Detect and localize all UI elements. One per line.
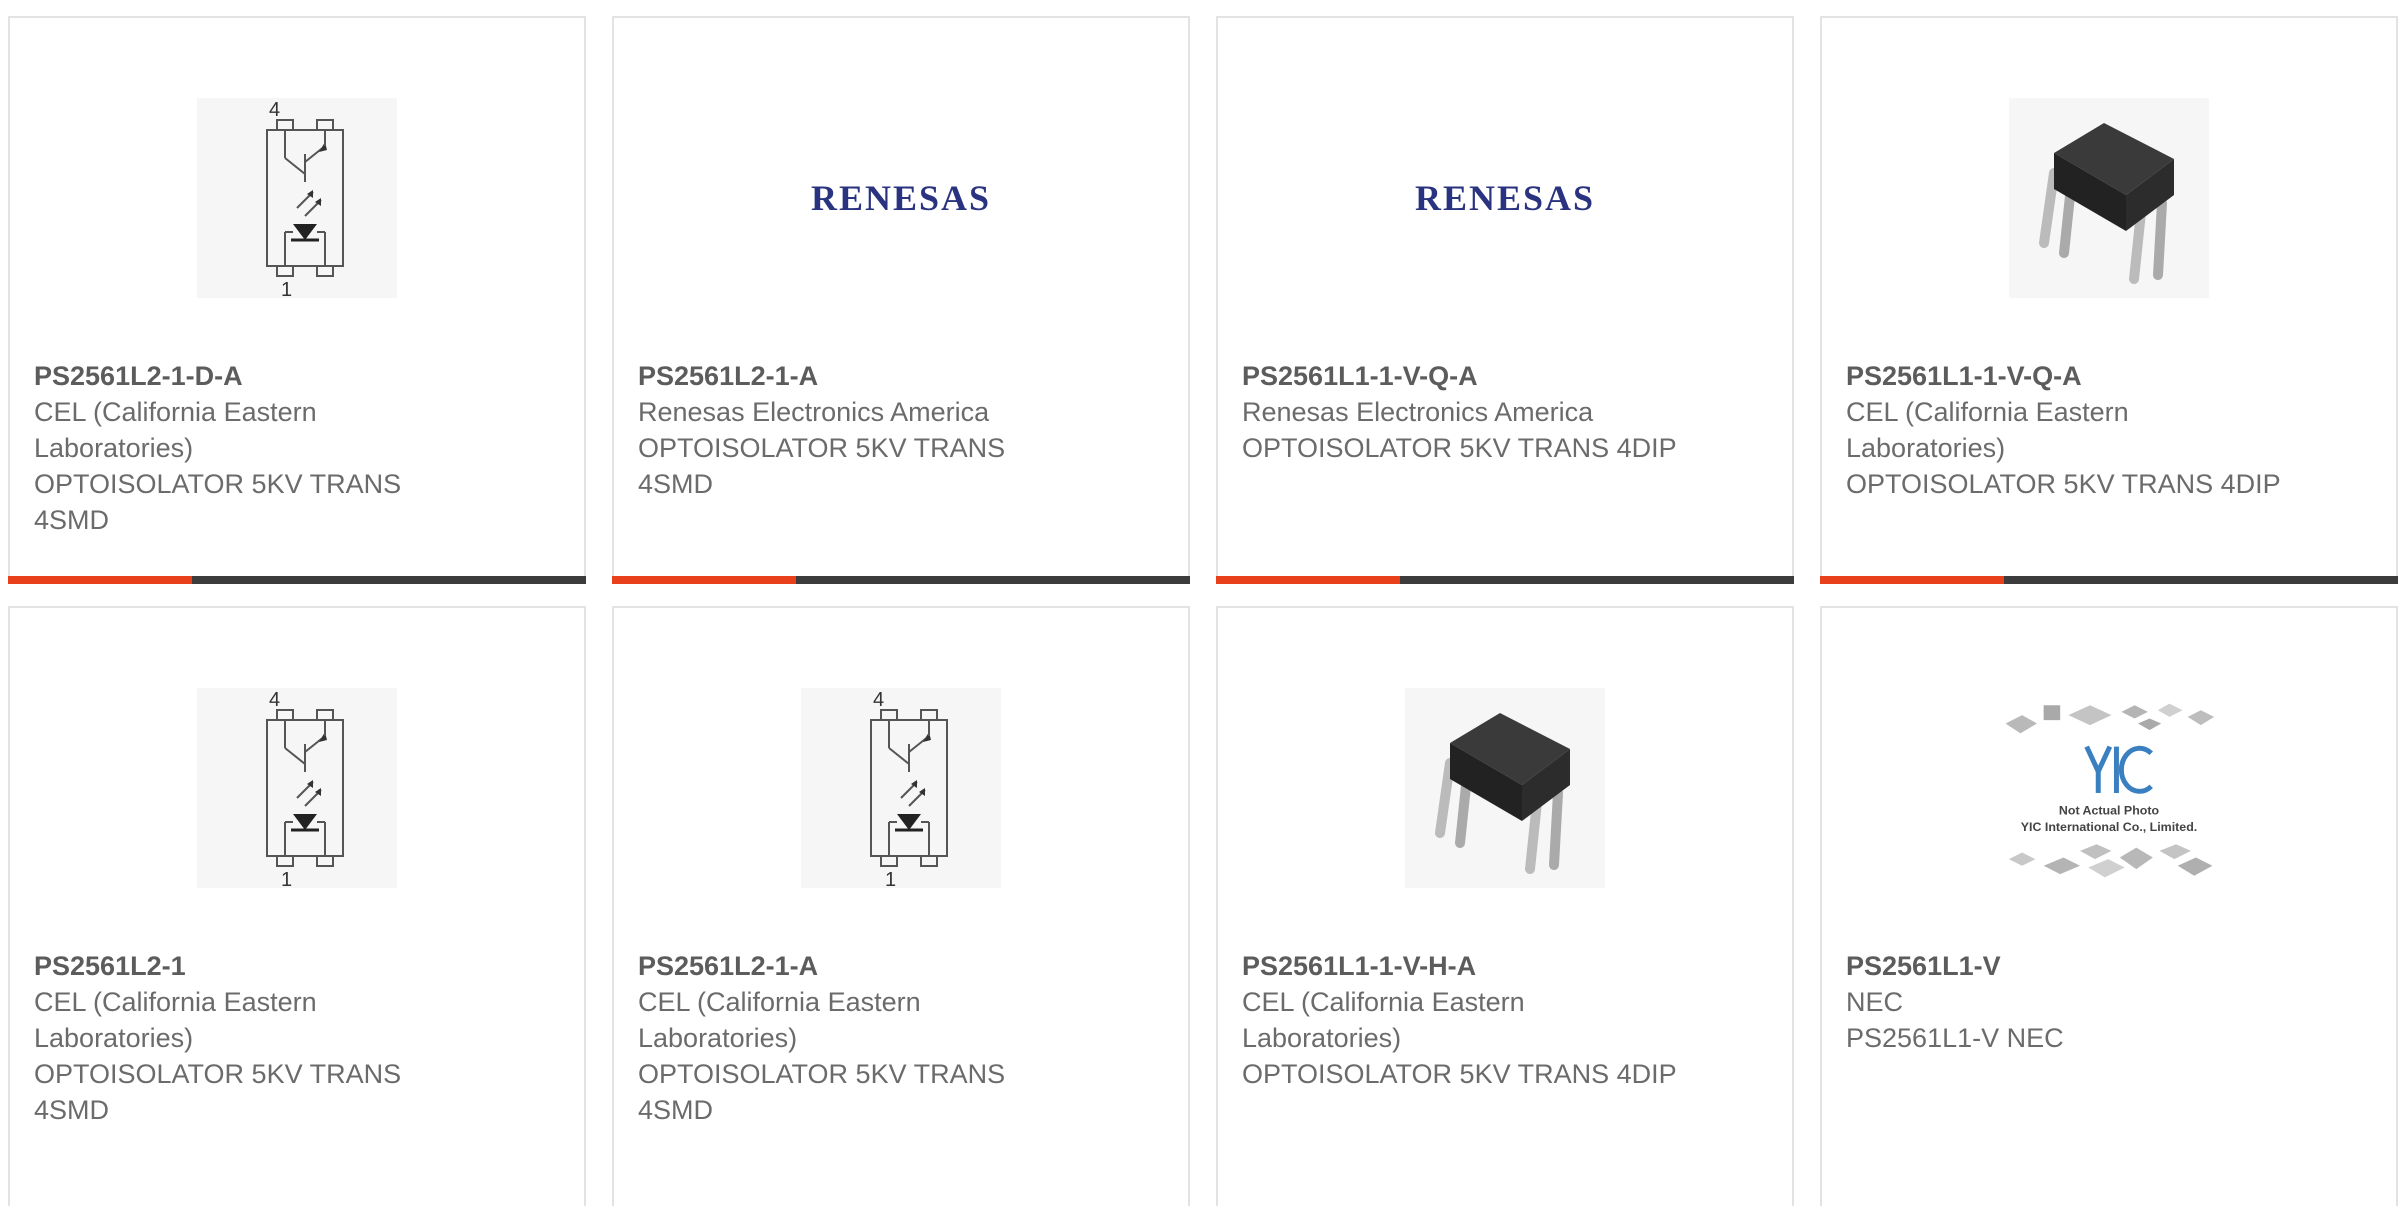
product-card[interactable]: 4	[612, 606, 1190, 1206]
svg-text:4: 4	[873, 689, 884, 711]
product-info: PS2561L1-V NEC PS2561L1-V NEC	[1846, 948, 2286, 1056]
svg-text:Not Actual Photo: Not Actual Photo	[2059, 803, 2160, 817]
manufacturer: Renesas Electronics America	[1242, 397, 1594, 427]
svg-text:YIC International Co., Limited: YIC International Co., Limited.	[2021, 820, 2197, 834]
product-image[interactable]: 4 1	[10, 668, 584, 908]
manufacturer: CEL (California Eastern Laboratories)	[34, 987, 317, 1053]
renesas-logo: RENESAS	[1385, 78, 1625, 318]
svg-text:1: 1	[281, 279, 292, 298]
description: OPTOISOLATOR 5KV TRANS 4SMD	[638, 433, 1006, 499]
description: OPTOISOLATOR 5KV TRANS 4SMD	[34, 469, 402, 535]
product-grid: 4 1 PS2561L2-1-D-A CEL (California Easte…	[8, 16, 2400, 1206]
renesas-logo-text: RENESAS	[810, 178, 992, 218]
product-info: PS2561L1-1-V-Q-A CEL (California Eastern…	[1846, 358, 2286, 502]
product-image[interactable]: RENESAS	[1218, 78, 1792, 318]
product-card[interactable]: PS2561L1-1-V-Q-A CEL (California Eastern…	[1820, 16, 2398, 584]
product-card[interactable]: Not Actual Photo YIC International Co., …	[1820, 606, 2398, 1206]
product-image[interactable]: Not Actual Photo YIC International Co., …	[1822, 668, 2396, 908]
product-info: PS2561L1-1-V-Q-A Renesas Electronics Ame…	[1242, 358, 1682, 466]
card-bar-accent	[612, 576, 796, 584]
product-image[interactable]: RENESAS	[614, 78, 1188, 318]
dip-chip-photo-icon	[1405, 688, 1605, 888]
svg-text:1: 1	[281, 869, 292, 888]
card-bar	[1216, 576, 1794, 584]
product-info: PS2561L2-1 CEL (California Eastern Labor…	[34, 948, 474, 1128]
part-number[interactable]: PS2561L1-1-V-Q-A	[1242, 358, 1682, 394]
part-number[interactable]: PS2561L1-1-V-H-A	[1242, 948, 1682, 984]
renesas-logo: RENESAS	[781, 78, 1021, 318]
card-bar	[8, 576, 586, 584]
part-number[interactable]: PS2561L1-1-V-Q-A	[1846, 358, 2286, 394]
product-image[interactable]	[1822, 78, 2396, 318]
description: OPTOISOLATOR 5KV TRANS 4DIP	[1242, 1059, 1677, 1089]
product-card[interactable]: 4	[8, 16, 586, 584]
part-number[interactable]: PS2561L2-1	[34, 948, 474, 984]
optoisolator-schematic-icon: 4 1	[197, 98, 397, 298]
description: OPTOISOLATOR 5KV TRANS 4DIP	[1242, 433, 1677, 463]
renesas-logo-text: RENESAS	[1414, 178, 1596, 218]
product-image[interactable]: 4 1	[614, 668, 1188, 908]
dip-chip-photo-icon	[2009, 98, 2209, 298]
svg-text:1: 1	[885, 869, 896, 888]
part-number[interactable]: PS2561L1-V	[1846, 948, 2286, 984]
yic-placeholder-icon: Not Actual Photo YIC International Co., …	[1989, 668, 2229, 908]
manufacturer: CEL (California Eastern Laboratories)	[1846, 397, 2129, 463]
product-card[interactable]: PS2561L1-1-V-H-A CEL (California Eastern…	[1216, 606, 1794, 1206]
product-card[interactable]: RENESAS PS2561L2-1-A Renesas Electronics…	[612, 16, 1190, 584]
part-number[interactable]: PS2561L2-1-A	[638, 948, 1078, 984]
description: OPTOISOLATOR 5KV TRANS 4SMD	[638, 1059, 1006, 1125]
part-number[interactable]: PS2561L2-1-A	[638, 358, 1078, 394]
product-card[interactable]: 4	[8, 606, 586, 1206]
description: OPTOISOLATOR 5KV TRANS 4SMD	[34, 1059, 402, 1125]
svg-text:4: 4	[269, 689, 280, 711]
manufacturer: Renesas Electronics America	[638, 397, 990, 427]
card-bar	[612, 576, 1190, 584]
product-image[interactable]	[1218, 668, 1792, 908]
manufacturer: CEL (California Eastern Laboratories)	[34, 397, 317, 463]
card-bar	[1820, 576, 2398, 584]
svg-text:4: 4	[269, 99, 280, 121]
manufacturer: NEC	[1846, 987, 1904, 1017]
product-info: PS2561L1-1-V-H-A CEL (California Eastern…	[1242, 948, 1682, 1092]
optoisolator-schematic-icon: 4 1	[801, 688, 1001, 888]
manufacturer: CEL (California Eastern Laboratories)	[638, 987, 921, 1053]
description: PS2561L1-V NEC	[1846, 1023, 2064, 1053]
product-info: PS2561L2-1-D-A CEL (California Eastern L…	[34, 358, 474, 538]
product-card[interactable]: RENESAS PS2561L1-1-V-Q-A Renesas Electro…	[1216, 16, 1794, 584]
product-info: PS2561L2-1-A CEL (California Eastern Lab…	[638, 948, 1078, 1128]
card-bar-accent	[8, 576, 192, 584]
card-bar-accent	[1216, 576, 1400, 584]
manufacturer: CEL (California Eastern Laboratories)	[1242, 987, 1525, 1053]
product-image[interactable]: 4 1	[10, 78, 584, 318]
description: OPTOISOLATOR 5KV TRANS 4DIP	[1846, 469, 2281, 499]
part-number[interactable]: PS2561L2-1-D-A	[34, 358, 474, 394]
card-bar-accent	[1820, 576, 2004, 584]
product-info: PS2561L2-1-A Renesas Electronics America…	[638, 358, 1078, 502]
optoisolator-schematic-icon: 4 1	[197, 688, 397, 888]
